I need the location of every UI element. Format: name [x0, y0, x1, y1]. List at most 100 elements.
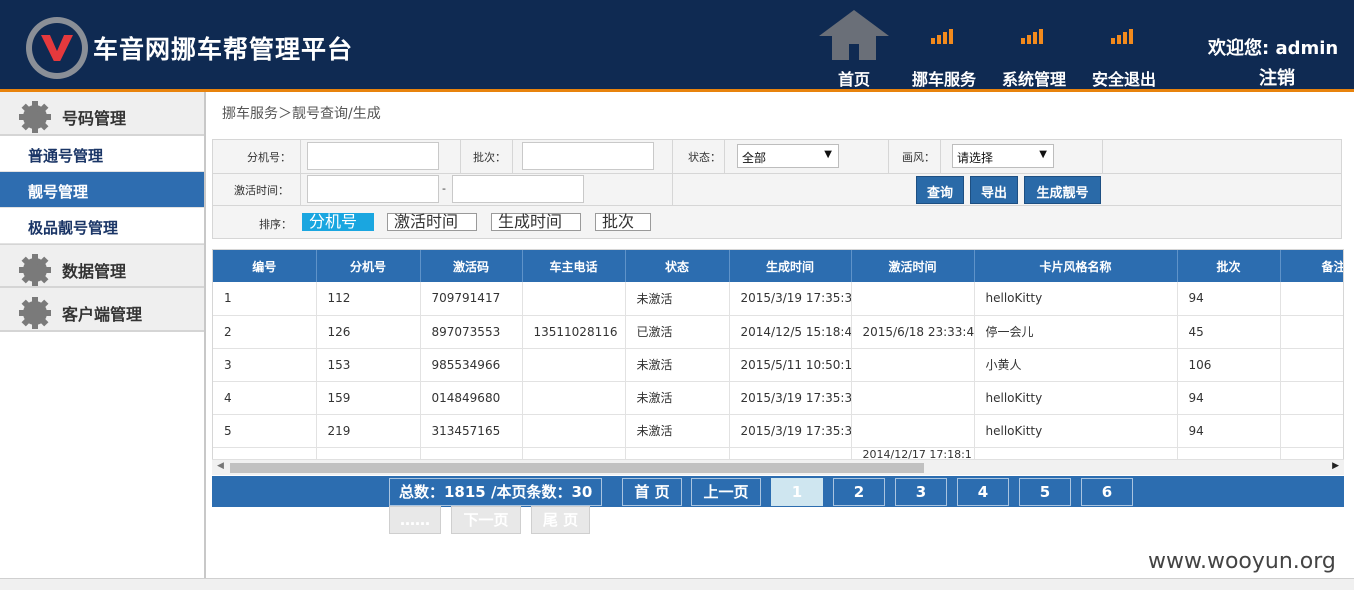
- column-header: 生成时间: [729, 250, 852, 282]
- browser-status-bar: [0, 578, 1354, 590]
- export-button[interactable]: 导出: [970, 176, 1018, 204]
- style-select-value: 请选择: [957, 151, 994, 165]
- page-5-button[interactable]: 5: [1019, 478, 1071, 506]
- sidebar-section-number[interactable]: 号码管理: [0, 92, 204, 136]
- table-row[interactable]: 4 159 014849680 未激活 2015/3/19 17:35:35 helloK…: [213, 381, 1343, 415]
- prev-page-button[interactable]: 上一页: [691, 478, 761, 506]
- table-cell: 2015/6/18 23:33:48: [851, 315, 975, 349]
- table-cell: 2: [213, 315, 317, 349]
- table-cell: 112: [316, 282, 421, 316]
- sidebar-section-label: 数据管理: [62, 262, 127, 281]
- status-select[interactable]: 全部 ▼: [737, 144, 839, 168]
- range-separator: -: [442, 182, 446, 195]
- scrollbar-thumb[interactable]: [230, 463, 924, 473]
- column-header: 编号: [213, 250, 317, 282]
- column-header: 备注名: [1280, 250, 1343, 282]
- status-label: 状态：: [688, 151, 721, 164]
- table-cell: 停一会儿: [974, 315, 1178, 349]
- sidebar-section-client[interactable]: 客户端管理: [0, 288, 204, 332]
- sidebar-item-lucky-number[interactable]: 靓号管理: [0, 172, 204, 208]
- table-row[interactable]: 5 219 313457165 未激活 2015/3/19 17:35:35 helloK…: [213, 414, 1343, 448]
- sidebar-section-data[interactable]: 数据管理: [0, 244, 204, 288]
- next-page-button[interactable]: 下一页: [451, 506, 521, 534]
- page-2-button[interactable]: 2: [833, 478, 885, 506]
- page-3-button[interactable]: 3: [895, 478, 947, 506]
- query-button[interactable]: 查询: [916, 176, 964, 204]
- table-cell: 94: [1177, 414, 1281, 448]
- table-cell: 4: [213, 381, 317, 415]
- dropdown-arrow-icon: ▼: [824, 149, 832, 160]
- nav-system[interactable]: 系统管理: [994, 10, 1074, 89]
- column-header: 分机号: [316, 250, 421, 282]
- sidebar: 号码管理 普通号管理 靓号管理 极品靓号管理 数据管理 客户端管理: [0, 92, 206, 578]
- sort-generate-time[interactable]: 生成时间: [491, 213, 581, 231]
- logout-link[interactable]: 注销: [1259, 64, 1295, 90]
- status-select-value: 全部: [742, 151, 767, 165]
- sort-activate-time[interactable]: 激活时间: [387, 213, 477, 231]
- page-4-button[interactable]: 4: [957, 478, 1009, 506]
- nav-home[interactable]: 首页: [814, 10, 894, 89]
- table-cell: 2015/3/19 17:35:35: [729, 414, 852, 448]
- first-page-button[interactable]: 首 页: [622, 478, 682, 506]
- gear-icon: [19, 101, 51, 133]
- table-cell: [1280, 282, 1343, 316]
- page-1-button[interactable]: 1: [771, 478, 823, 506]
- last-page-button[interactable]: 尾 页: [531, 506, 590, 534]
- column-header: 车主电话: [522, 250, 626, 282]
- nav-exit[interactable]: 安全退出: [1084, 10, 1164, 89]
- logo-icon: [26, 17, 88, 79]
- style-select[interactable]: 请选择 ▼: [952, 144, 1054, 168]
- sidebar-item-premium-number[interactable]: 极品靓号管理: [0, 208, 204, 244]
- pager-total: 总数：1815 /本页条数：30: [389, 478, 603, 506]
- table-cell: 13511028116: [522, 315, 626, 349]
- table-row[interactable]: 2 126 897073553 13511028116 已激活 2014/12/5 15:…: [213, 315, 1343, 349]
- table-cell: 小黄人: [974, 348, 1178, 382]
- table-cell: 2014/12/5 15:18:45: [729, 315, 852, 349]
- horizontal-scrollbar[interactable]: ◀ ▶: [212, 459, 1344, 475]
- batch-label: 批次：: [473, 151, 506, 164]
- nav-home-label: 首页: [837, 70, 870, 89]
- table-cell: 126: [316, 315, 421, 349]
- table-cell: 未激活: [625, 282, 730, 316]
- scroll-right-icon[interactable]: ▶: [1332, 461, 1339, 471]
- table-row[interactable]: 3 153 985534966 未激活 2015/5/11 10:50:17 小黄人 106: [213, 348, 1343, 382]
- activate-end-input[interactable]: [452, 175, 584, 203]
- table-cell: 5: [213, 414, 317, 448]
- table-cell: [1280, 348, 1343, 382]
- ext-input[interactable]: [307, 142, 439, 170]
- activate-start-input[interactable]: [307, 175, 439, 203]
- sidebar-item-label: 靓号管理: [28, 183, 89, 201]
- table-cell: 985534966: [420, 348, 523, 382]
- table-cell: [1280, 315, 1343, 349]
- welcome-text: 欢迎您: admin: [1208, 38, 1339, 59]
- nav-exit-label: 安全退出: [1091, 70, 1156, 89]
- scroll-left-icon[interactable]: ◀: [217, 461, 224, 471]
- table-cell: 未激活: [625, 381, 730, 415]
- table-cell: 2015/3/19 17:35:35: [729, 282, 852, 316]
- page-6-button[interactable]: 6: [1081, 478, 1133, 506]
- column-header: 激活时间: [851, 250, 975, 282]
- table-cell: [851, 381, 975, 415]
- generate-button[interactable]: 生成靓号: [1024, 176, 1101, 204]
- dropdown-arrow-icon: ▼: [1039, 149, 1047, 160]
- sort-label: 排序：: [259, 218, 292, 231]
- app-title: 车音网挪车帮管理平台: [93, 35, 354, 64]
- activate-label: 激活时间：: [234, 184, 289, 197]
- table-cell: 709791417: [420, 282, 523, 316]
- table-cell: [851, 348, 975, 382]
- nav-car-service-label: 挪车服务: [911, 70, 976, 89]
- batch-input[interactable]: [522, 142, 654, 170]
- table-cell: 3: [213, 348, 317, 382]
- sort-batch[interactable]: 批次: [595, 213, 651, 231]
- sidebar-item-normal-number[interactable]: 普通号管理: [0, 136, 204, 172]
- column-header: 激活码: [420, 250, 523, 282]
- sidebar-item-label: 普通号管理: [28, 147, 104, 165]
- table-row[interactable]: 1 112 709791417 未激活 2015/3/19 17:35:35 helloK…: [213, 282, 1343, 316]
- table-cell: [522, 348, 626, 382]
- nav-car-service[interactable]: 挪车服务: [904, 10, 984, 89]
- more-pages-button[interactable]: ……: [389, 506, 441, 534]
- sort-ext[interactable]: 分机号: [302, 213, 374, 231]
- table-cell: [522, 414, 626, 448]
- table-cell: 106: [1177, 348, 1281, 382]
- gear-icon: [19, 254, 51, 286]
